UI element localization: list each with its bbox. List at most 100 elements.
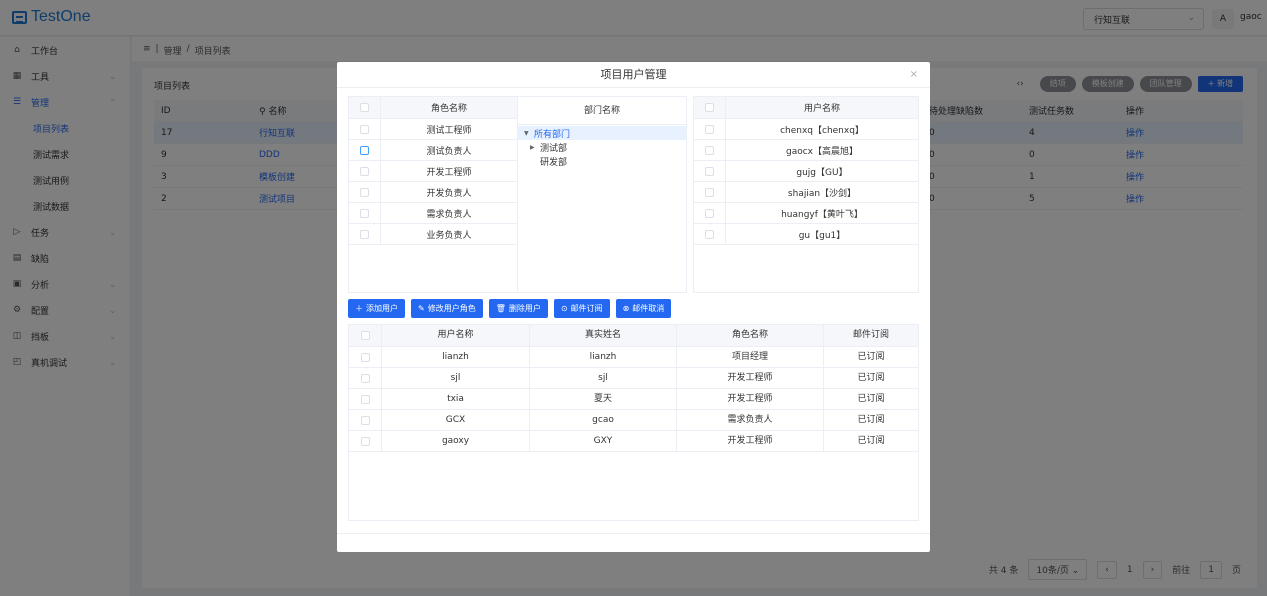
user-row[interactable]: chenxq【chenxq】 — [694, 119, 918, 140]
cell-user: txia — [382, 389, 530, 409]
select-all-checkbox[interactable] — [360, 103, 369, 112]
user-row[interactable]: gaocx【高晨旭】 — [694, 140, 918, 161]
cell-subscription: 已订阅 — [857, 373, 885, 383]
role-label: 业务负责人 — [426, 230, 472, 241]
role-row[interactable]: 开发负责人 — [349, 182, 517, 203]
user-label: shajian【沙剑】 — [787, 188, 857, 199]
button-label: 删除用户 — [508, 304, 541, 313]
table-row[interactable]: txia 夏天 开发工程师 已订阅 — [349, 389, 918, 410]
select-all-checkbox[interactable] — [360, 331, 370, 340]
role-checkbox[interactable] — [360, 124, 369, 134]
user-label: gaocx【高晨旭】 — [785, 146, 858, 157]
select-all-checkbox[interactable] — [705, 103, 714, 112]
edit-role-button[interactable]: ✎ 修改用户角色 — [411, 299, 483, 318]
dept-panel: 部门名称 ▼ 所有部门 ▶ 测试部 研发部 — [517, 96, 687, 293]
button-label: 添加用户 — [366, 304, 398, 313]
mail-unsubscribe-button[interactable]: ⊗ 邮件取消 — [615, 299, 672, 318]
role-label: 需求负责人 — [426, 209, 472, 220]
cell-subscription: 已订阅 — [857, 436, 885, 446]
col-header: 角色名称 — [677, 325, 824, 346]
cell-user: GCX — [382, 410, 530, 430]
cell-subscription: 已订阅 — [857, 352, 885, 362]
roles-header-label: 角色名称 — [430, 104, 467, 114]
user-checkbox[interactable] — [705, 145, 714, 155]
tree-node-test-dept[interactable]: ▶ 测试部 — [518, 140, 686, 154]
role-checkbox[interactable] — [360, 187, 369, 197]
user-row[interactable]: shajian【沙剑】 — [694, 182, 918, 203]
cell-real-name: GXY — [530, 431, 677, 451]
tree-node-label: 所有部门 — [534, 129, 571, 140]
tree-node-root[interactable]: ▼ 所有部门 — [518, 126, 686, 140]
role-row[interactable]: 业务负责人 — [349, 224, 517, 245]
modal-footer-divider — [337, 533, 930, 534]
close-icon[interactable]: × — [910, 69, 918, 80]
role-checkbox[interactable] — [360, 166, 369, 176]
user-row[interactable]: huangyf【黄叶飞】 — [694, 203, 918, 224]
caret-right-icon[interactable]: ▶ — [530, 144, 540, 151]
plus-icon: ＋ — [355, 304, 363, 313]
row-checkbox[interactable] — [360, 415, 370, 425]
dept-header: 部门名称 — [518, 97, 686, 125]
user-checkbox[interactable] — [705, 166, 714, 176]
users-header: 用户名称 — [694, 97, 918, 119]
users-header-label: 用户名称 — [803, 104, 840, 114]
table-header: 用户名称 真实姓名 角色名称 邮件订阅 — [349, 325, 918, 347]
user-row[interactable]: gujg【GU】 — [694, 161, 918, 182]
add-user-button[interactable]: ＋添加用户 — [348, 299, 405, 318]
cell-role: 开发工程师 — [677, 431, 824, 451]
delete-user-button[interactable]: 🗑 删除用户 — [488, 299, 548, 318]
table-row[interactable]: lianzh lianzh 项目经理 已订阅 — [349, 347, 918, 368]
role-checkbox[interactable] — [360, 229, 369, 239]
role-row[interactable]: 开发工程师 — [349, 161, 517, 182]
col-header: 用户名称 — [382, 325, 530, 346]
roles-header: 角色名称 — [349, 97, 517, 119]
role-label: 测试工程师 — [426, 125, 472, 136]
user-label: chenxq【chenxq】 — [780, 125, 864, 136]
cell-role: 开发工程师 — [677, 368, 824, 388]
user-row[interactable]: gu【gu1】 — [694, 224, 918, 245]
cell-real-name: sjl — [530, 368, 677, 388]
user-checkbox[interactable] — [705, 229, 714, 239]
col-header: 邮件订阅 — [852, 330, 889, 340]
cell-role: 开发工程师 — [677, 389, 824, 409]
button-label: 修改用户角色 — [427, 304, 476, 313]
table-row[interactable]: gaoxy GXY 开发工程师 已订阅 — [349, 431, 918, 452]
row-checkbox[interactable] — [360, 394, 370, 404]
cell-real-name: gcao — [530, 410, 677, 430]
edit-icon: ✎ — [418, 304, 425, 313]
mail-subscribe-button[interactable]: ⊙ 邮件订阅 — [553, 299, 610, 318]
user-checkbox[interactable] — [705, 187, 714, 197]
role-checkbox[interactable] — [360, 208, 369, 218]
user-checkbox[interactable] — [705, 124, 714, 134]
col-header: 真实姓名 — [530, 325, 677, 346]
users-panel: 用户名称 chenxq【chenxq】 gaocx【高晨旭】 gujg【GU】 … — [693, 96, 919, 293]
cell-real-name: 夏天 — [530, 389, 677, 409]
cell-role: 项目经理 — [677, 347, 824, 367]
action-bar: ＋添加用户 ✎ 修改用户角色 🗑 删除用户 ⊙ 邮件订阅 ⊗ 邮件取消 — [348, 299, 672, 318]
button-label: 邮件订阅 — [570, 304, 603, 313]
user-label: gujg【GU】 — [796, 167, 848, 178]
table-row[interactable]: sjl sjl 开发工程师 已订阅 — [349, 368, 918, 389]
user-checkbox[interactable] — [705, 208, 714, 218]
button-label: 邮件取消 — [632, 304, 665, 313]
tree-node-rd-dept[interactable]: 研发部 — [518, 154, 686, 168]
role-row[interactable]: 测试工程师 — [349, 119, 517, 140]
cell-role: 需求负责人 — [677, 410, 824, 430]
check-circle-icon: ⊙ — [560, 304, 568, 313]
role-label: 开发工程师 — [426, 167, 472, 178]
cell-user: sjl — [382, 368, 530, 388]
role-row[interactable]: 测试负责人 — [349, 140, 517, 161]
role-checkbox[interactable] — [360, 145, 369, 155]
row-checkbox[interactable] — [360, 373, 370, 383]
tree-node-label: 研发部 — [540, 157, 568, 168]
table-row[interactable]: GCX gcao 需求负责人 已订阅 — [349, 410, 918, 431]
cell-user: gaoxy — [382, 431, 530, 451]
role-row[interactable]: 需求负责人 — [349, 203, 517, 224]
tree-node-label: 测试部 — [540, 143, 568, 154]
cell-real-name: lianzh — [530, 347, 677, 367]
row-checkbox[interactable] — [360, 436, 370, 446]
row-checkbox[interactable] — [360, 352, 370, 362]
modal-title: 项目用户管理 — [337, 62, 930, 88]
role-label: 开发负责人 — [426, 188, 472, 199]
caret-down-icon[interactable]: ▼ — [524, 130, 534, 137]
